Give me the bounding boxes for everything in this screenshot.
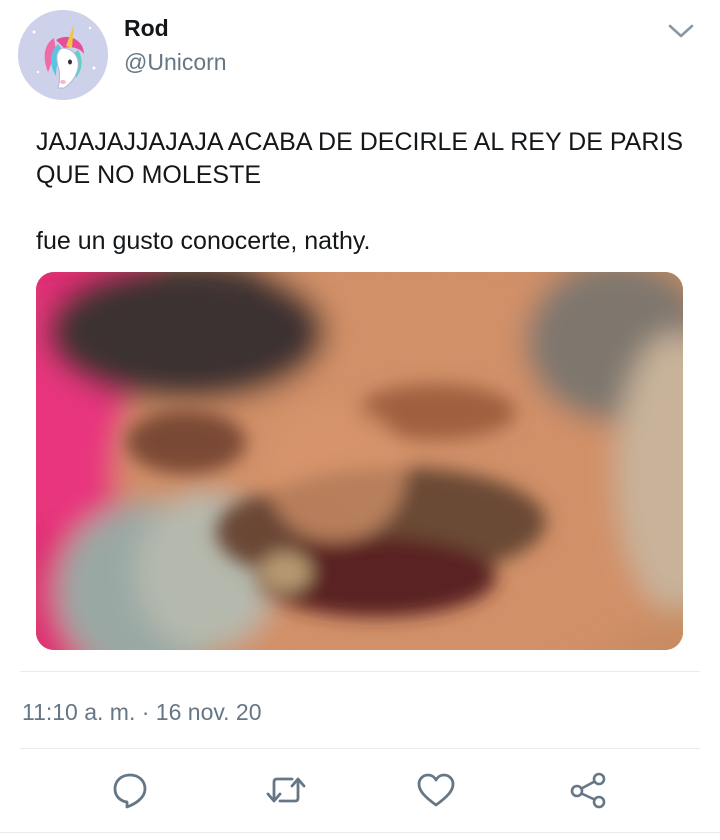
speech-bubble-icon bbox=[113, 773, 147, 809]
author-display-name[interactable]: Rod bbox=[124, 14, 169, 42]
tweet-actions-bar bbox=[0, 760, 720, 820]
like-button[interactable] bbox=[414, 770, 458, 810]
tweet-options-button[interactable] bbox=[664, 16, 698, 46]
divider bbox=[20, 671, 700, 672]
avatar[interactable] bbox=[18, 10, 108, 100]
chevron-down-icon bbox=[668, 24, 694, 38]
tweet-media-photo[interactable] bbox=[36, 272, 683, 650]
tweet-timestamp[interactable]: 11:10 a. m. · 16 nov. 20 bbox=[22, 698, 262, 726]
reply-button[interactable] bbox=[108, 770, 152, 810]
tweet-body: JAJAJAJJAJAJA ACABA DE DECIRLE AL REY DE… bbox=[36, 126, 696, 258]
retweet-icon bbox=[266, 777, 306, 803]
share-icon bbox=[570, 772, 606, 809]
tweet-line: fue un gusto conocerte, nathy. bbox=[36, 227, 371, 255]
tweet-line: JAJAJAJJAJAJA ACABA DE DECIRLE AL REY DE… bbox=[36, 128, 683, 189]
unicorn-avatar-icon bbox=[18, 10, 108, 100]
divider bbox=[0, 832, 720, 833]
share-button[interactable] bbox=[566, 770, 610, 810]
divider bbox=[20, 748, 700, 749]
heart-icon bbox=[417, 773, 455, 807]
laughing-man-photo bbox=[36, 272, 683, 650]
author-handle[interactable]: @Unicorn bbox=[124, 48, 227, 76]
retweet-button[interactable] bbox=[264, 770, 308, 810]
